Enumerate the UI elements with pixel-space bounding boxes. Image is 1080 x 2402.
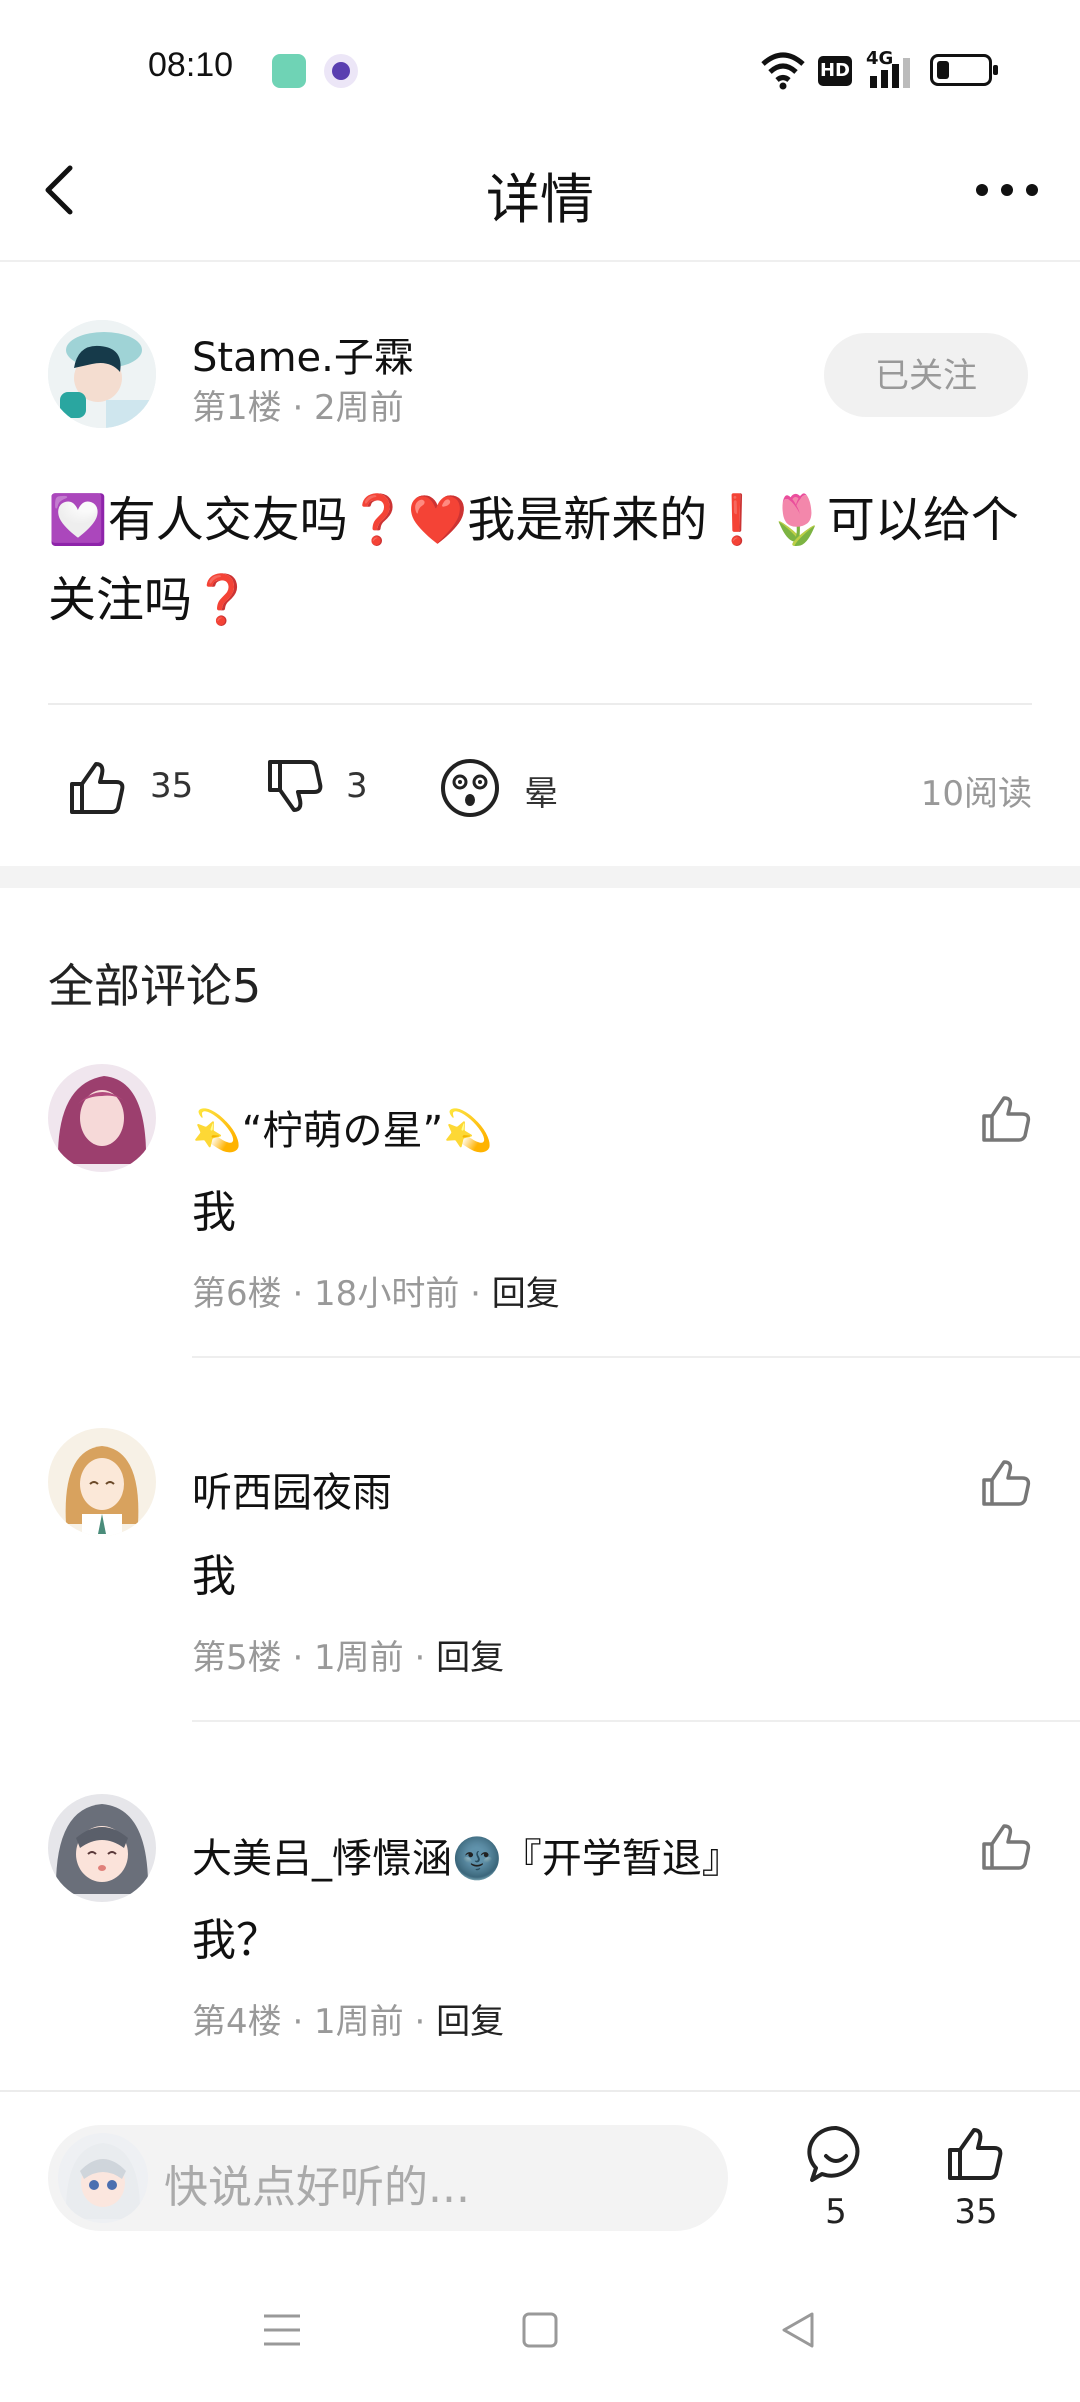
- dizzy-face-icon: [441, 759, 499, 817]
- comment-count: 5: [825, 2192, 847, 2232]
- back-nav-icon[interactable]: [780, 2310, 816, 2350]
- app-notification-icon-2: [324, 54, 358, 88]
- home-nav-icon[interactable]: [522, 2312, 558, 2348]
- comment-count-button[interactable]: 5: [796, 2120, 876, 2240]
- comment-meta-text: 第5楼 · 1周前 ·: [192, 1638, 437, 1678]
- dislike-button[interactable]: 3: [266, 752, 376, 822]
- reaction-label: 晕: [524, 774, 558, 814]
- comment-avatar[interactable]: [48, 1064, 156, 1172]
- like-button[interactable]: 35: [68, 752, 208, 822]
- comment-author[interactable]: 听西园夜雨: [192, 1460, 392, 1518]
- comment-like-icon[interactable]: [980, 1092, 1032, 1144]
- like-count-bottom: 35: [954, 2192, 998, 2232]
- comment-meta: 第6楼 · 18小时前 · 回复: [192, 1266, 560, 1315]
- wifi-icon: [761, 52, 805, 90]
- post-meta: 第1楼 · 2周前: [192, 388, 404, 428]
- like-count: 35: [150, 766, 194, 806]
- comment-author[interactable]: 大美吕_悸憬涵🌚『开学暂退』: [192, 1826, 742, 1884]
- section-divider: [0, 866, 1080, 888]
- comment-body: 我: [192, 1187, 236, 1238]
- comment-meta: 第5楼 · 1周前 · 回复: [192, 1630, 504, 1679]
- reply-link[interactable]: 回复: [436, 2002, 504, 2042]
- comment-body: 我: [192, 1551, 236, 1602]
- app-notification-icon: [272, 54, 306, 88]
- comment-author[interactable]: 💫“柠萌の星”💫: [192, 1098, 493, 1156]
- comment-divider: [192, 1356, 1080, 1358]
- hd-badge: HD: [818, 56, 852, 86]
- comment-input-placeholder: 快说点好听的...: [164, 2162, 470, 2213]
- read-count: 10阅读: [920, 774, 1032, 814]
- post-divider: [48, 703, 1032, 705]
- thumb-up-icon: [948, 2128, 1003, 2180]
- comment-avatar[interactable]: [48, 1794, 156, 1902]
- reply-link[interactable]: 回复: [436, 1638, 504, 1678]
- menu-nav-icon[interactable]: [262, 2312, 302, 2348]
- comment-divider: [192, 1720, 1080, 1722]
- comment-meta: 第4楼 · 1周前 · 回复: [192, 1994, 504, 2043]
- comment-body: 我？: [192, 1915, 280, 1966]
- author-avatar[interactable]: [48, 320, 156, 428]
- follow-button[interactable]: 已关注: [824, 333, 1028, 417]
- my-avatar: [58, 2133, 148, 2223]
- comment-meta-text: 第6楼 · 18小时前 ·: [192, 1274, 492, 1314]
- dislike-count: 3: [346, 766, 368, 806]
- thumb-up-icon: [70, 762, 125, 814]
- comment-like-icon[interactable]: [980, 1456, 1032, 1508]
- more-icon[interactable]: [972, 170, 1042, 210]
- comment-avatar[interactable]: [48, 1428, 156, 1536]
- author-name[interactable]: Stame.子霖: [192, 325, 414, 383]
- thumb-down-icon: [268, 760, 323, 812]
- reply-link[interactable]: 回复: [492, 1274, 560, 1314]
- bottom-like-button[interactable]: 35: [936, 2120, 1016, 2240]
- battery-icon: [930, 54, 998, 86]
- emoji-reaction-button[interactable]: 晕: [440, 752, 580, 822]
- comments-title: 全部评论5: [48, 959, 262, 1013]
- header-divider: [0, 260, 1080, 262]
- status-time: 08:10: [148, 46, 234, 84]
- post-body: 💟有人交友吗❓❤️我是新来的❗🌷可以给个关注吗❓: [48, 492, 1019, 628]
- signal-icon: [870, 58, 910, 88]
- comment-like-icon[interactable]: [980, 1820, 1032, 1872]
- comment-meta-text: 第4楼 · 1周前 ·: [192, 2002, 437, 2042]
- page-title: 详情: [486, 168, 594, 231]
- comment-icon: [807, 2125, 860, 2182]
